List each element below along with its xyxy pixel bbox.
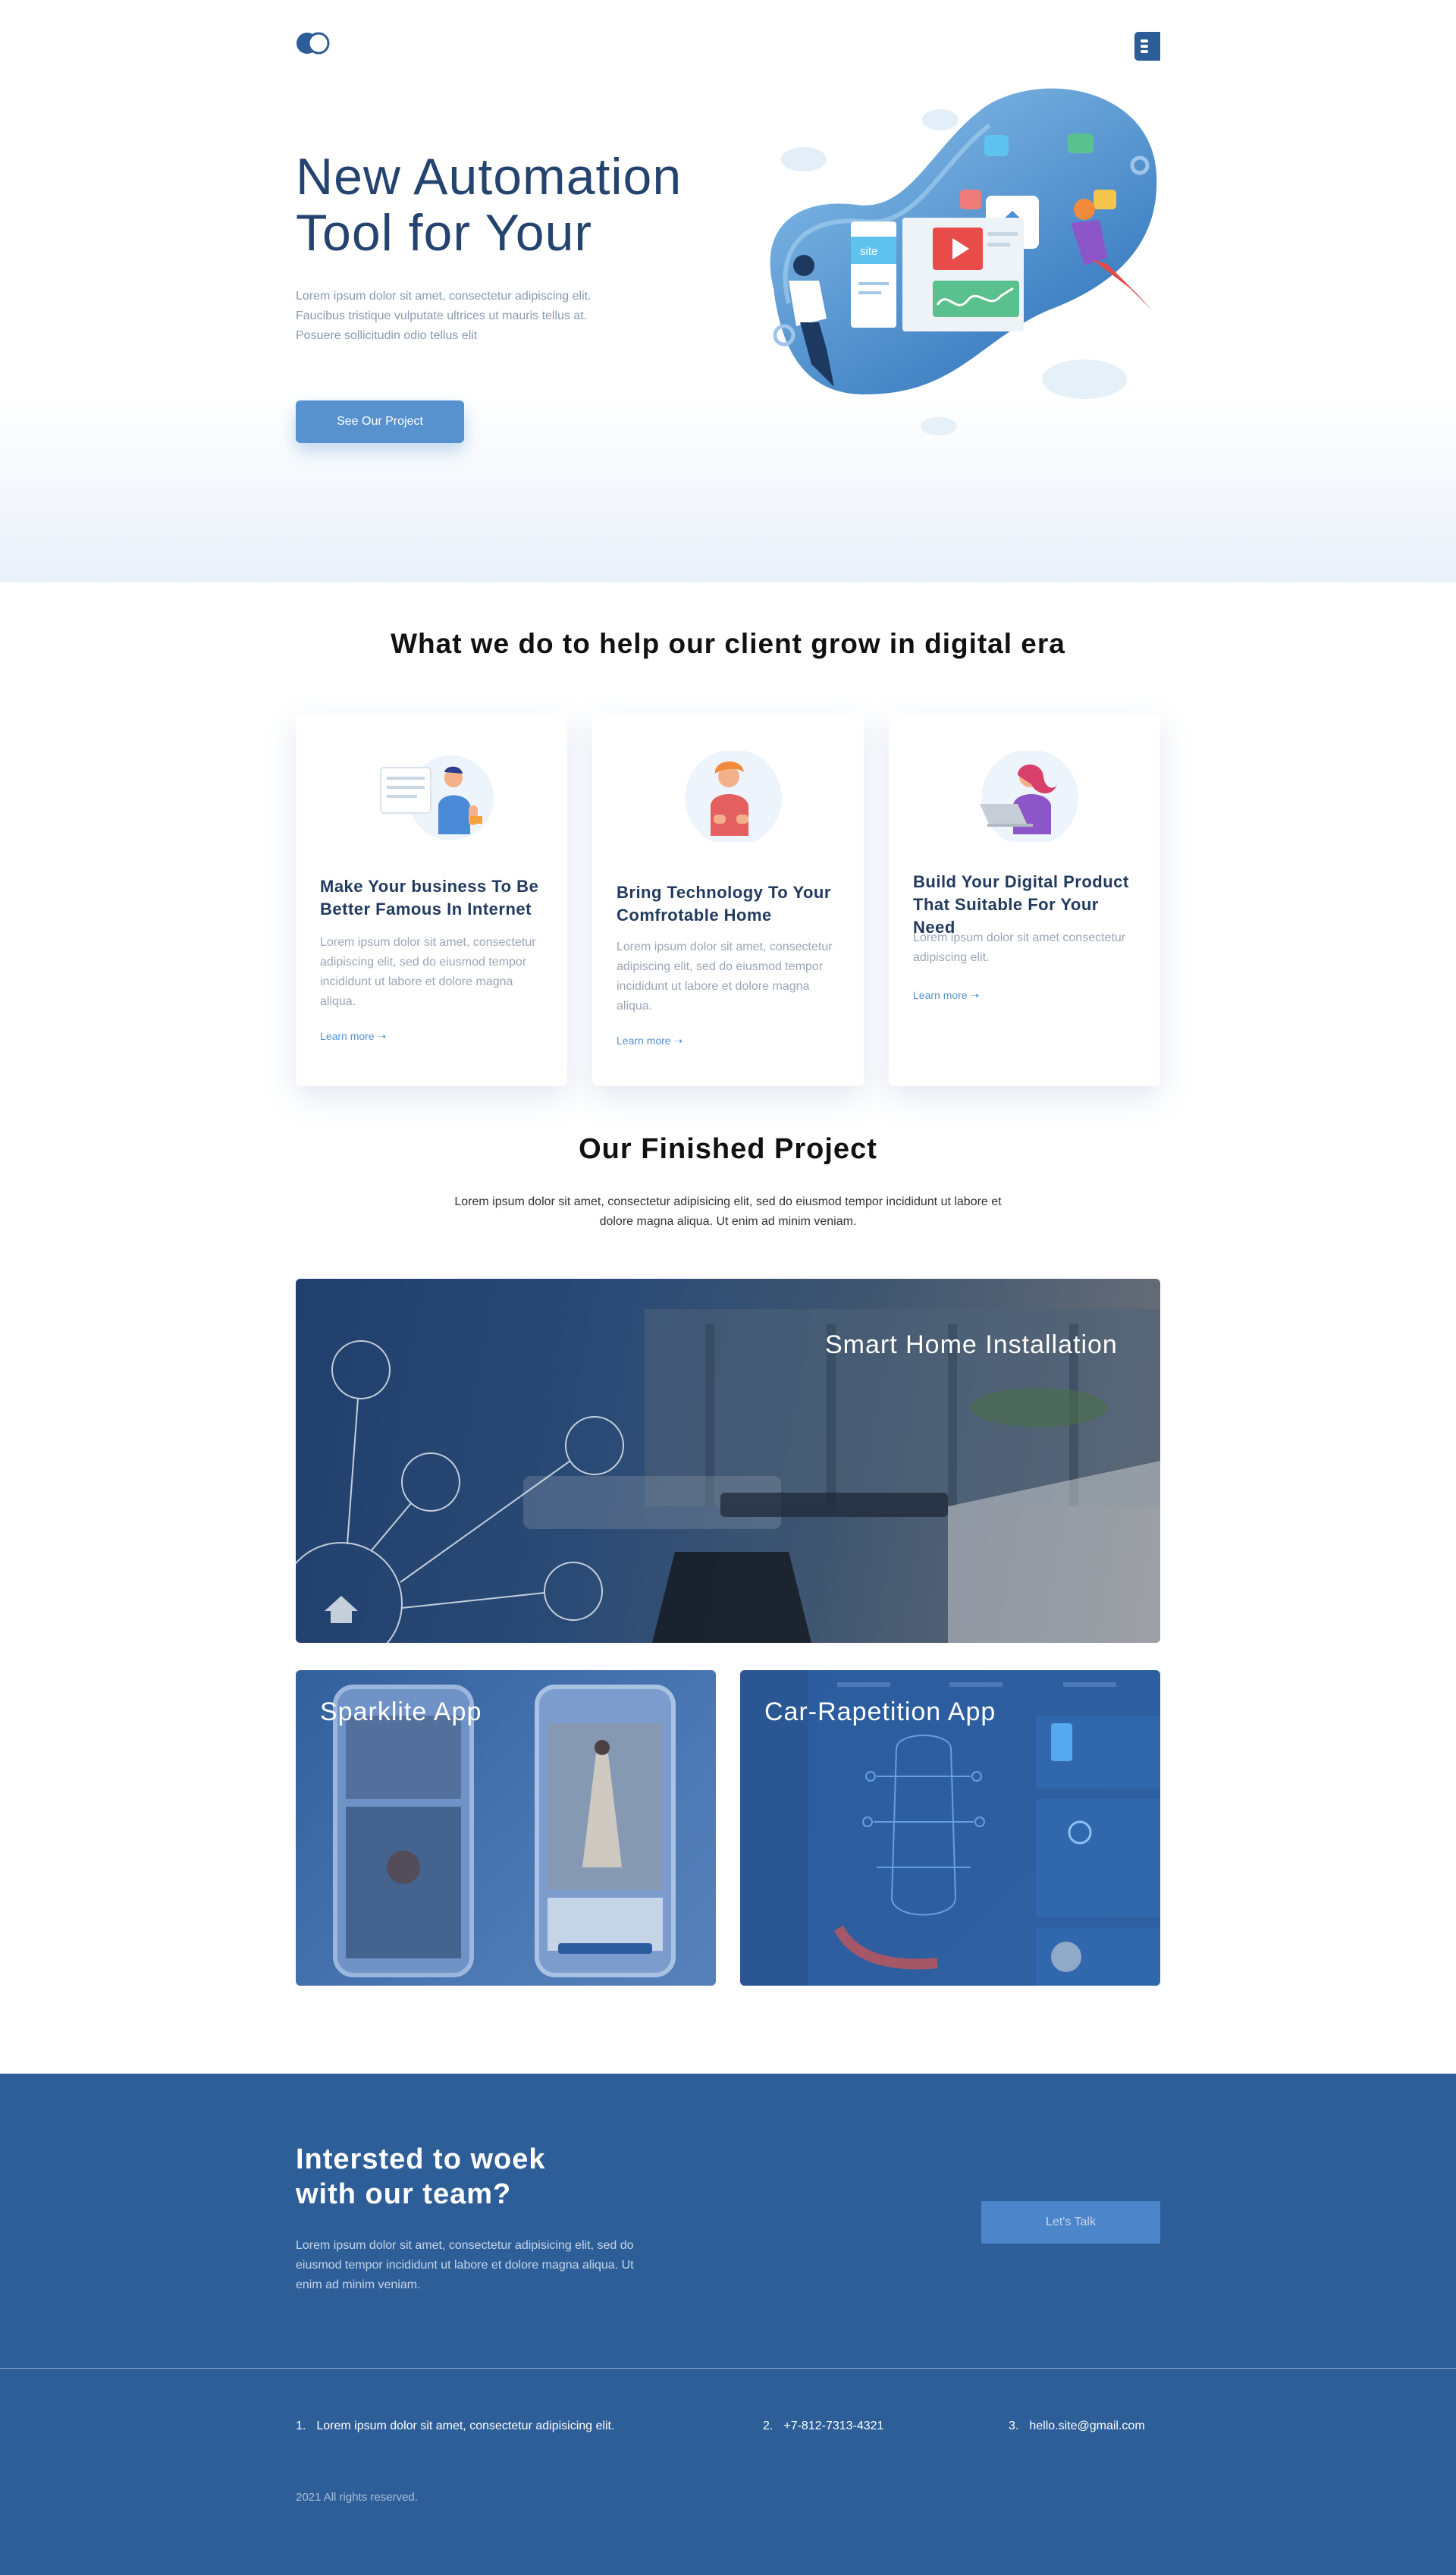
card-title: Make Your business To Be Better Famous I…: [320, 877, 539, 919]
cta-description: Lorem ipsum dolor sit amet, consectetur …: [296, 2239, 634, 2291]
tile-label: Car-Rapetition App: [764, 1697, 996, 1726]
automation-illustration: site: [770, 88, 1157, 435]
service-card: Bring Technology To Your Comfrotable Hom…: [592, 713, 864, 1086]
card-description: Lorem ipsum dolor sit amet consectetur a…: [913, 931, 1126, 964]
project-tile-car-repetition[interactable]: Car-Rapetition App: [740, 1670, 1160, 1986]
tile-label: Sparklite App: [320, 1697, 482, 1726]
business-person-illustration: [380, 755, 494, 840]
browser-tag: site: [860, 245, 877, 258]
see-project-button[interactable]: See Our Project: [296, 400, 464, 443]
cta-title: Intersted to woek with our team?: [296, 2143, 546, 2210]
contact-phone[interactable]: 2. +7-812-7313-4321: [763, 2420, 883, 2433]
hero-title: New Automation Tool for Your: [296, 148, 682, 262]
tile-label: Smart Home Installation: [825, 1330, 1118, 1359]
projects-description: Lorem ipsum dolor sit amet, consectetur …: [454, 1195, 1002, 1228]
copyright: 2021 All rights reserved.: [296, 2491, 418, 2504]
projects-title: Our Finished Project: [579, 1133, 877, 1165]
service-card: Make Your business To Be Better Famous I…: [296, 713, 567, 1086]
learn-more-link[interactable]: Learn more ➝: [913, 989, 979, 1002]
contact-address: 1. Lorem ipsum dolor sit amet, consectetu…: [296, 2420, 615, 2432]
digital-product-person-illustration: [980, 751, 1078, 842]
footer-divider: [0, 2368, 1456, 2369]
hero-description: Lorem ipsum dolor sit amet, consectetur …: [296, 290, 592, 342]
toggle-logo-icon[interactable]: [296, 32, 331, 55]
card-description: Lorem ipsum dolor sit amet, consectetur …: [617, 941, 833, 1013]
service-card: Build Your Digital Product That Suitable…: [889, 713, 1160, 1086]
card-description: Lorem ipsum dolor sit amet, consectetur …: [320, 936, 536, 1008]
learn-more-link[interactable]: Learn more ➝: [617, 1035, 682, 1047]
services-title: What we do to help our client grow in di…: [391, 628, 1065, 659]
menu-icon[interactable]: [1134, 32, 1160, 61]
contact-email[interactable]: 3. hello.site@gmail.com: [1009, 2420, 1145, 2433]
project-tile-sparklite[interactable]: Sparklite App: [296, 1670, 716, 1986]
project-tile-smart-home[interactable]: Smart Home Installation: [296, 1279, 1160, 1643]
hero-section: New Automation Tool for Your Lorem ipsum …: [0, 0, 1456, 583]
footer: Intersted to woek with our team? Lorem ip…: [0, 2074, 1456, 2575]
lets-talk-button[interactable]: Let's Talk: [981, 2201, 1160, 2244]
home-tech-person-illustration: [685, 751, 782, 842]
learn-more-link[interactable]: Learn more ➝: [320, 1030, 386, 1043]
card-title: Bring Technology To Your Comfrotable Hom…: [617, 883, 831, 925]
